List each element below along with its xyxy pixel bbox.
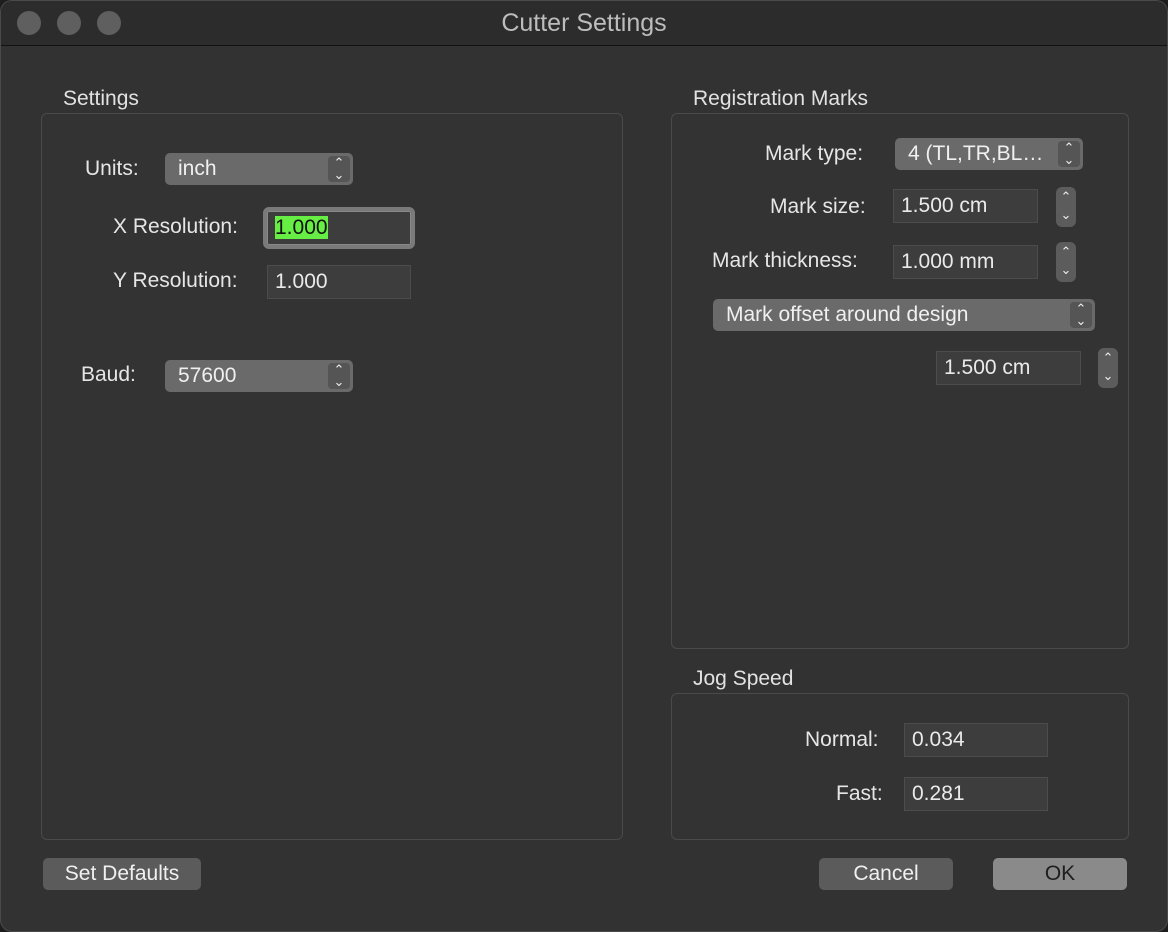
baud-label: Baud:	[81, 363, 136, 386]
window-title: Cutter Settings	[501, 9, 667, 37]
fast-speed-label: Fast:	[836, 782, 883, 805]
fast-speed-field[interactable]: 0.281	[904, 777, 1048, 811]
cutter-settings-window: Cutter Settings Settings Units: inch ⌃ ⌄ …	[0, 0, 1168, 932]
mark-size-label: Mark size:	[770, 195, 866, 218]
units-value: inch	[178, 157, 217, 180]
jog-speed-group-box	[671, 693, 1129, 840]
y-resolution-label: Y Resolution:	[113, 269, 238, 292]
mark-type-label: Mark type:	[765, 142, 864, 165]
normal-speed-field[interactable]: 0.034	[904, 723, 1048, 757]
mark-offset-mode-popup[interactable]: Mark offset around design ⌃ ⌄	[713, 299, 1095, 331]
normal-speed-label: Normal:	[805, 728, 879, 751]
mark-offset-stepper[interactable]: ⌃ ⌄	[1098, 348, 1118, 388]
set-defaults-button[interactable]: Set Defaults	[43, 858, 201, 890]
y-resolution-field[interactable]: 1.000	[267, 265, 411, 299]
cancel-button[interactable]: Cancel	[819, 858, 953, 890]
units-popup[interactable]: inch ⌃ ⌄	[165, 153, 353, 185]
x-resolution-field[interactable]: 1.000	[263, 207, 415, 249]
popup-arrows-icon: ⌃ ⌄	[328, 363, 350, 389]
registration-group-label: Registration Marks	[693, 87, 869, 110]
mark-size-stepper[interactable]: ⌃ ⌄	[1056, 187, 1076, 227]
x-resolution-label: X Resolution:	[113, 215, 238, 238]
mark-offset-field[interactable]: 1.500 cm	[936, 351, 1081, 385]
baud-popup[interactable]: 57600 ⌃ ⌄	[165, 360, 353, 392]
mark-offset-mode-value: Mark offset around design	[726, 303, 969, 326]
x-resolution-value: 1.000	[275, 216, 328, 239]
mark-thickness-field[interactable]: 1.000 mm	[893, 245, 1038, 279]
ok-button[interactable]: OK	[993, 858, 1127, 890]
popup-arrows-icon: ⌃ ⌄	[328, 156, 350, 182]
mark-thickness-label: Mark thickness:	[712, 249, 858, 272]
units-label: Units:	[85, 157, 139, 180]
title-bar: Cutter Settings	[1, 1, 1167, 46]
mark-thickness-stepper[interactable]: ⌃ ⌄	[1056, 242, 1076, 282]
settings-group-label: Settings	[63, 87, 139, 110]
mark-type-value: 4 (TL,TR,BL…	[908, 142, 1044, 165]
mark-type-popup[interactable]: 4 (TL,TR,BL… ⌃ ⌄	[895, 138, 1083, 170]
jog-speed-group-label: Jog Speed	[693, 667, 794, 690]
baud-value: 57600	[178, 364, 237, 387]
mark-size-field[interactable]: 1.500 cm	[893, 189, 1038, 223]
popup-arrows-icon: ⌃ ⌄	[1058, 141, 1080, 167]
popup-arrows-icon: ⌃ ⌄	[1070, 302, 1092, 328]
